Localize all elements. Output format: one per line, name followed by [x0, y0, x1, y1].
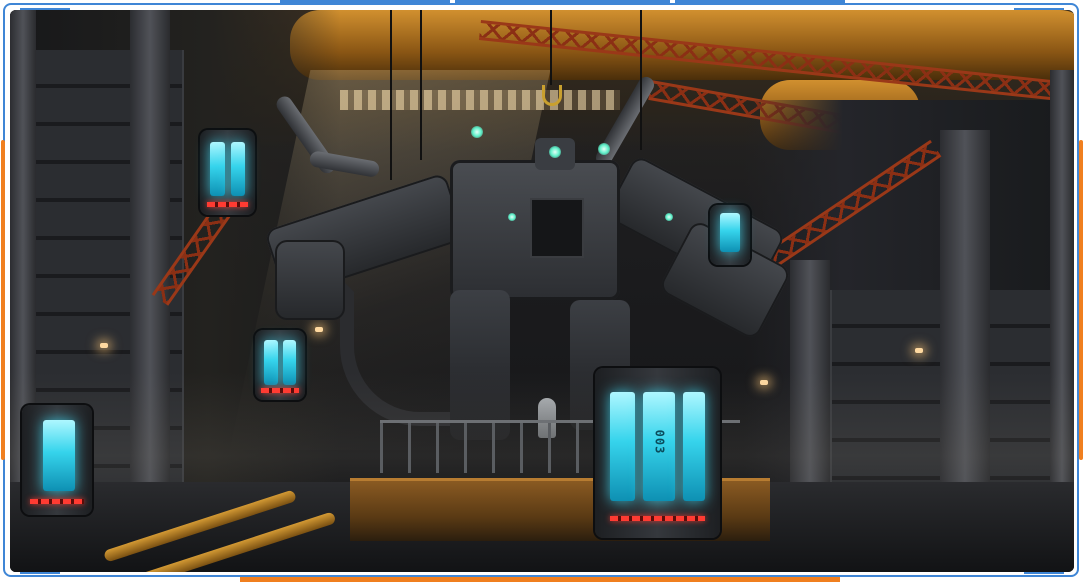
- mech-eye-light: [549, 146, 561, 158]
- pod-led-strip: [610, 516, 705, 521]
- mech-status-light: [665, 213, 673, 221]
- pod-led-strip: [261, 388, 299, 393]
- wall-lamp: [915, 348, 923, 353]
- energy-pod: 003: [595, 368, 720, 538]
- pod-label: 003: [651, 429, 666, 455]
- frame-accent-left: [1, 140, 5, 460]
- frame-accent-right: [1079, 140, 1083, 460]
- frame-accent-top-right: [675, 0, 845, 5]
- energy-pod: [710, 205, 750, 265]
- pod-glass: [682, 391, 705, 501]
- pod-glass: [720, 213, 740, 252]
- crane-hook-icon: [542, 85, 562, 106]
- energy-pod: [22, 405, 92, 515]
- mech-chest-plate: [530, 198, 584, 258]
- hanging-cable: [390, 10, 392, 180]
- wall-lamp: [100, 343, 108, 348]
- pod-glass: [230, 141, 246, 197]
- frame-tick: [20, 572, 60, 574]
- pod-led-strip: [30, 499, 84, 504]
- pod-glass: [43, 420, 75, 491]
- hanging-cable: [420, 10, 422, 160]
- frame-accent-bottom: [240, 577, 840, 582]
- energy-pod: [255, 330, 305, 400]
- pod-glass: [264, 339, 278, 385]
- pod-glass: [610, 391, 635, 501]
- frame-accent-top-left: [280, 0, 450, 5]
- hanging-cable: [640, 10, 642, 150]
- mech-shoulder-light: [598, 143, 610, 155]
- pod-glass: [283, 339, 296, 385]
- hanging-cable: [550, 10, 552, 85]
- pod-glass: [209, 141, 226, 197]
- mech-shoulder-light: [471, 126, 483, 138]
- energy-pod: [200, 130, 255, 215]
- pod-led-strip: [206, 201, 249, 207]
- frame-accent-top-center: [455, 0, 670, 5]
- wall-lamp: [315, 327, 323, 332]
- mech-status-light: [508, 213, 516, 221]
- frame-tick: [1024, 572, 1064, 574]
- pod-glass: 003: [642, 391, 675, 501]
- mech-left-gun: [275, 240, 345, 320]
- game-scene-viewport: 003: [10, 10, 1074, 572]
